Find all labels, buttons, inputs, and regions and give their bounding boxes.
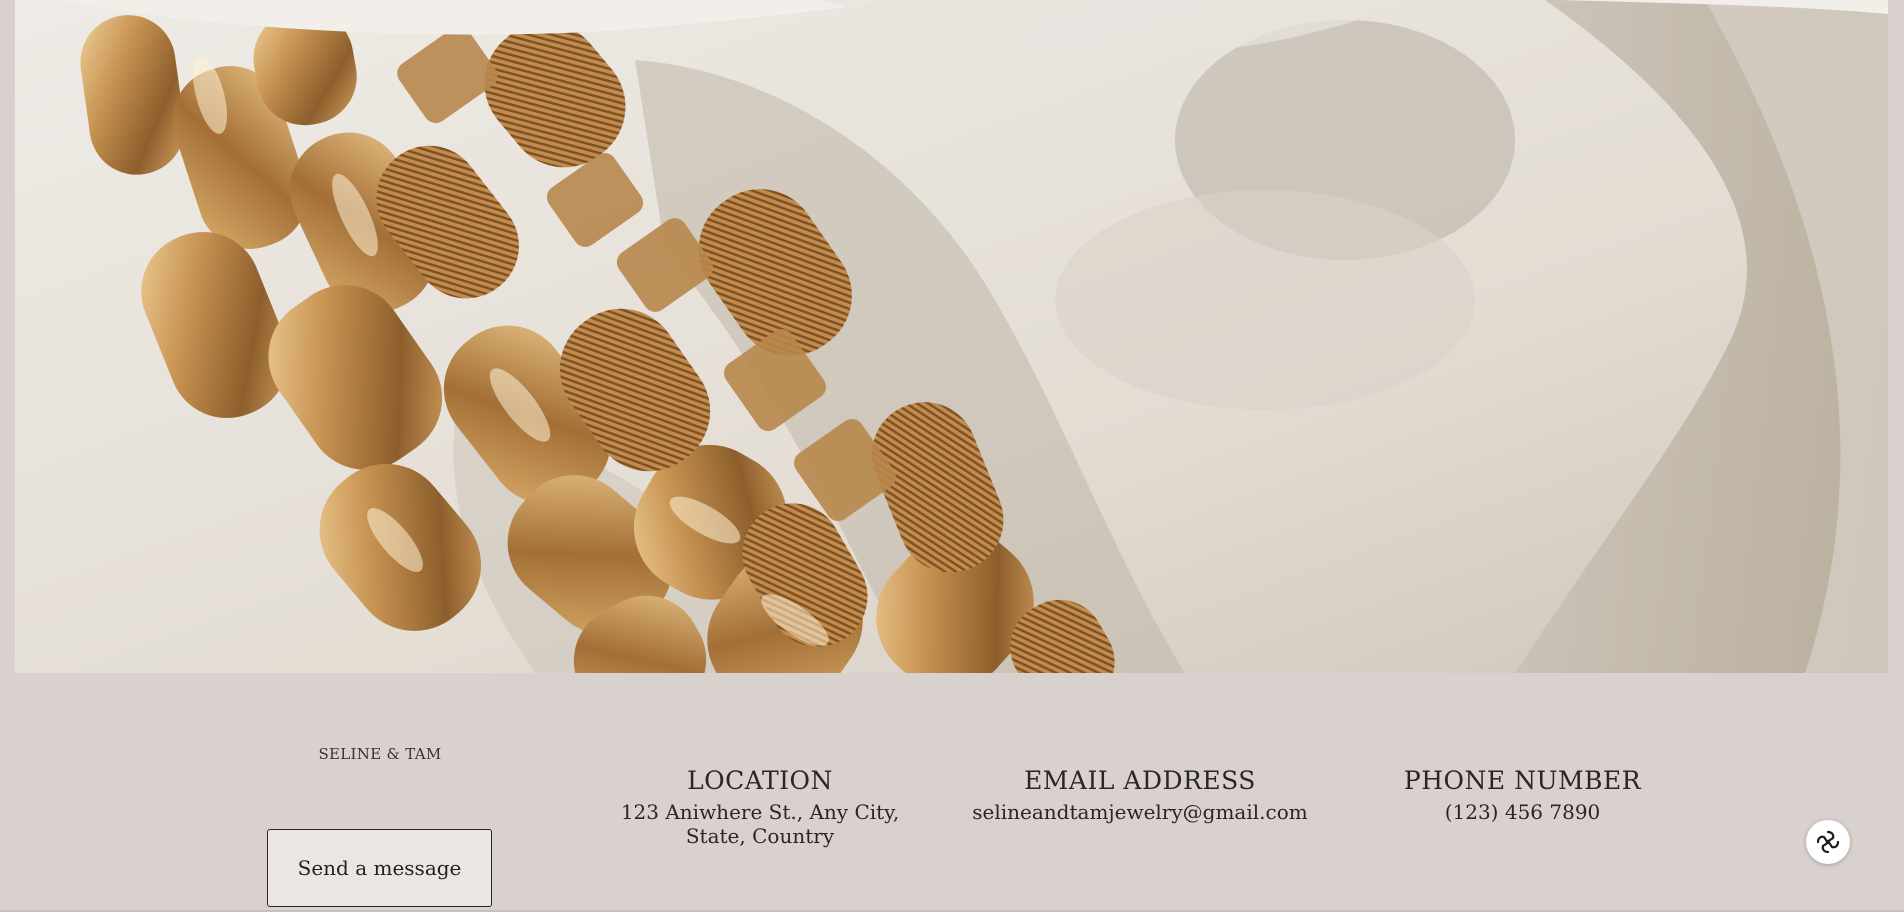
page-right-margin	[1888, 0, 1904, 673]
phone-heading: PHONE NUMBER	[1403, 766, 1642, 795]
location-value: 123 Aniwhere St., Any City, State, Count…	[620, 800, 900, 848]
email-heading: EMAIL ADDRESS	[1024, 766, 1256, 795]
chat-widget-button[interactable]	[1806, 820, 1850, 864]
email-value[interactable]: selineandtamjewelry@gmail.com	[970, 800, 1310, 824]
gold-bracelet-photo	[15, 0, 1888, 673]
phone-section: PHONE NUMBER (123) 456 7890	[1370, 766, 1675, 824]
footer: SELINE & TAM Send a message LOCATION 123…	[0, 673, 1904, 912]
send-message-button[interactable]: Send a message	[267, 829, 492, 907]
brand-logo[interactable]: SELINE & TAM	[290, 745, 470, 763]
chat-assistant-icon	[1816, 830, 1840, 854]
email-section: EMAIL ADDRESS selineandtamjewelry@gmail.…	[970, 766, 1310, 824]
phone-value[interactable]: (123) 456 7890	[1370, 800, 1675, 824]
location-heading: LOCATION	[687, 766, 833, 795]
hero-image	[15, 0, 1888, 673]
page: SELINE & TAM Send a message LOCATION 123…	[0, 0, 1904, 912]
location-section: LOCATION 123 Aniwhere St., Any City, Sta…	[600, 766, 920, 848]
